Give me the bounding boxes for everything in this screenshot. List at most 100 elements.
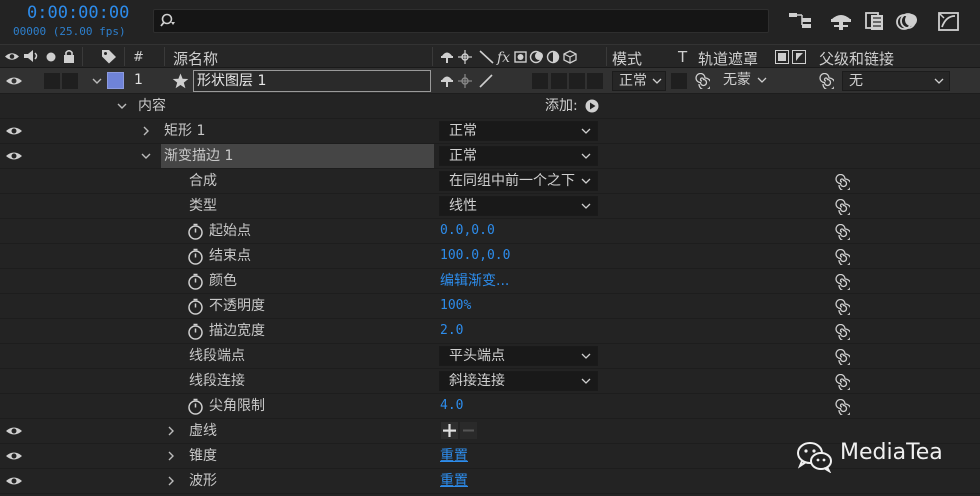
contents-expand-chevron-icon[interactable] <box>115 99 129 113</box>
label-tag-icon[interactable] <box>101 49 117 64</box>
remove-dash-button[interactable] <box>460 422 477 439</box>
layer-label-color[interactable] <box>107 72 124 89</box>
visibility-eye-icon[interactable] <box>5 425 23 437</box>
video-visibility-icon[interactable] <box>4 51 20 62</box>
audio-icon[interactable] <box>23 49 41 63</box>
stopwatch-icon[interactable] <box>187 223 204 240</box>
current-time-display[interactable]: 0:00:00:00 <box>27 3 129 23</box>
expression-pick-whip-icon[interactable] <box>834 249 850 265</box>
switch-box-4[interactable] <box>587 73 603 89</box>
reset-link[interactable]: 重置 <box>440 469 468 493</box>
switch-box-2[interactable] <box>551 73 567 89</box>
property-row-miter-limit[interactable]: 尖角限制 4.0 <box>0 394 980 419</box>
chevron-right-icon[interactable] <box>139 124 153 138</box>
preserve-transparency-header: T <box>678 48 688 66</box>
property-row-rectangle[interactable]: 矩形 1 正常 <box>0 119 980 144</box>
visibility-eye-icon[interactable] <box>5 450 23 462</box>
stroke-width-value[interactable]: 2.0 <box>440 319 463 343</box>
search-input[interactable] <box>182 11 752 31</box>
layer-expand-chevron-icon[interactable] <box>90 74 104 88</box>
miter-limit-value[interactable]: 4.0 <box>440 394 463 418</box>
stopwatch-icon[interactable] <box>187 323 204 340</box>
chevron-right-icon[interactable] <box>164 449 178 463</box>
visibility-eye-icon[interactable] <box>5 475 23 487</box>
timeline-column-header: # 源名称 fx 模式 T 轨道遮罩 父级和链接 <box>0 44 980 68</box>
parent-link-header[interactable]: 父级和链接 <box>819 48 894 69</box>
shy-layers-icon[interactable] <box>829 10 853 32</box>
motion-blur-icon[interactable] <box>895 10 919 32</box>
composition-mini-flowchart-icon[interactable] <box>788 10 812 32</box>
stopwatch-icon[interactable] <box>187 273 204 290</box>
line-join-dropdown[interactable]: 斜接连接 <box>439 371 598 391</box>
chevron-down-icon[interactable] <box>139 149 153 163</box>
layer-row[interactable]: 1 形状图层 1 正常 无蒙 无 <box>0 68 980 94</box>
chevron-down-icon <box>652 78 662 84</box>
end-point-value[interactable]: 100.0,0.0 <box>440 244 510 268</box>
property-row-composite[interactable]: 合成 在同组中前一个之下 <box>0 169 980 194</box>
track-matte-header[interactable]: 轨道遮罩 <box>698 48 758 69</box>
property-row-colors[interactable]: 颜色 编辑渐变... <box>0 269 980 294</box>
expression-pick-whip-icon[interactable] <box>834 374 850 390</box>
property-row-start-point[interactable]: 起始点 0.0,0.0 <box>0 219 980 244</box>
plus-icon <box>443 424 456 437</box>
type-dropdown[interactable]: 线性 <box>439 196 598 216</box>
property-row-line-cap[interactable]: 线段端点 平头端点 <box>0 344 980 369</box>
property-row-stroke-width[interactable]: 描边宽度 2.0 <box>0 319 980 344</box>
graph-editor-icon[interactable] <box>937 10 961 32</box>
switch-box-3[interactable] <box>569 73 585 89</box>
expression-pick-whip-icon[interactable] <box>834 174 850 190</box>
property-row-type[interactable]: 类型 线性 <box>0 194 980 219</box>
property-row-opacity[interactable]: 不透明度 100% <box>0 294 980 319</box>
pick-whip-spiral-icon[interactable] <box>694 73 710 89</box>
solo-toggle[interactable] <box>44 73 60 89</box>
add-play-button-icon[interactable] <box>585 99 599 113</box>
expression-pick-whip-icon[interactable] <box>834 399 850 415</box>
chevron-right-icon[interactable] <box>164 474 178 488</box>
frame-blending-icon[interactable] <box>864 10 886 32</box>
lock-icon[interactable] <box>63 49 75 63</box>
expression-pick-whip-icon[interactable] <box>834 274 850 290</box>
add-dash-button[interactable] <box>441 422 458 439</box>
layer-switches[interactable] <box>440 73 496 89</box>
visibility-eye-icon[interactable] <box>5 125 23 137</box>
opacity-value[interactable]: 100% <box>440 294 471 318</box>
expression-pick-whip-icon[interactable] <box>834 199 850 215</box>
edit-gradient-link[interactable]: 编辑渐变... <box>440 269 509 293</box>
property-row-gradient-stroke[interactable]: 渐变描边 1 正常 <box>0 144 980 169</box>
visibility-eye-icon[interactable] <box>5 150 23 162</box>
expression-pick-whip-icon[interactable] <box>834 349 850 365</box>
line-cap-dropdown[interactable]: 平头端点 <box>439 346 598 366</box>
composite-dropdown[interactable]: 在同组中前一个之下 <box>439 171 598 191</box>
search-icon[interactable] <box>160 13 178 29</box>
layer-name-field[interactable]: 形状图层 1 <box>193 70 431 92</box>
expression-pick-whip-icon[interactable] <box>834 299 850 315</box>
start-point-value[interactable]: 0.0,0.0 <box>440 219 495 243</box>
track-matte-dropdown[interactable]: 无蒙 <box>717 71 769 91</box>
search-box[interactable] <box>153 9 769 33</box>
property-row-line-join[interactable]: 线段连接 斜接连接 <box>0 369 980 394</box>
expression-pick-whip-icon[interactable] <box>834 324 850 340</box>
layer-visibility-eye-icon[interactable] <box>5 75 23 87</box>
layer-mode-dropdown[interactable]: 正常 <box>612 71 666 91</box>
property-row-end-point[interactable]: 结束点 100.0,0.0 <box>0 244 980 269</box>
parent-pick-whip-icon[interactable] <box>818 73 834 89</box>
preserve-transparency-toggle[interactable] <box>671 73 687 89</box>
stopwatch-icon[interactable] <box>187 248 204 265</box>
chevron-down-icon <box>581 353 591 359</box>
lock-toggle[interactable] <box>62 73 78 89</box>
switch-box-1[interactable] <box>532 73 548 89</box>
layer-number: 1 <box>134 72 143 88</box>
source-name-header[interactable]: 源名称 <box>173 48 218 69</box>
property-name: 波形 <box>189 473 217 489</box>
parent-dropdown[interactable]: 无 <box>842 71 950 91</box>
contents-row[interactable]: 内容 添加: <box>0 94 980 119</box>
solo-icon[interactable] <box>46 52 56 62</box>
stopwatch-icon[interactable] <box>187 398 204 415</box>
expression-pick-whip-icon[interactable] <box>834 224 850 240</box>
blend-mode-dropdown[interactable]: 正常 <box>439 121 598 141</box>
stopwatch-icon[interactable] <box>187 298 204 315</box>
mode-header[interactable]: 模式 <box>612 48 642 69</box>
reset-link[interactable]: 重置 <box>440 444 468 468</box>
blend-mode-dropdown[interactable]: 正常 <box>439 146 598 166</box>
chevron-right-icon[interactable] <box>164 424 178 438</box>
